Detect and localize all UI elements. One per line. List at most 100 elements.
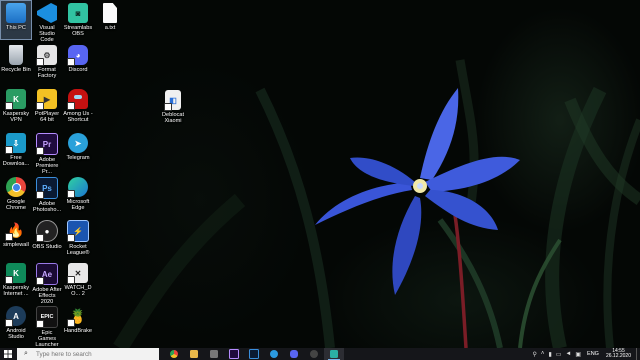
premiere-icon bbox=[229, 349, 239, 359]
desktop-icon-edge[interactable]: Microsoft Edge bbox=[63, 177, 93, 211]
desktop-icon-android-studio[interactable]: A Android Studio bbox=[1, 306, 31, 340]
desktop-icon-premiere[interactable]: Pr Adobe Premiere Pr... bbox=[32, 133, 62, 176]
discord-icon bbox=[290, 350, 298, 358]
chevron-up-icon[interactable]: ˄ bbox=[541, 351, 545, 357]
taskbar-app-chrome[interactable] bbox=[164, 348, 184, 360]
icon-label: WATCH_DO... 2 bbox=[64, 285, 92, 298]
desktop-icon-a-txt[interactable]: a.txt bbox=[95, 3, 125, 31]
desktop-icon-recycle-bin[interactable]: Recycle Bin bbox=[1, 45, 31, 73]
rocket-league-icon: ⚡ bbox=[67, 220, 89, 242]
microphone-icon[interactable]: ▮ bbox=[548, 351, 551, 358]
folder-icon bbox=[190, 350, 198, 358]
icon-label: HandBrake bbox=[64, 328, 92, 334]
desktop-icon-format-factory[interactable]: ⚙ Format Factory bbox=[32, 45, 62, 79]
taskbar: ⌕ ⚲ ˄ ▮ ▭ ◄ ▣ ENG 14:55 26.12.2020 bbox=[0, 348, 640, 360]
icon-label: Discord bbox=[68, 67, 88, 73]
obs-icon bbox=[310, 350, 318, 358]
desktop-icon-watch-dogs[interactable]: ✕ WATCH_DO... 2 bbox=[63, 263, 93, 297]
desktop[interactable]: This PC Recycle Bin K Kaspersky VPN ⇩ Fr… bbox=[0, 0, 640, 348]
search-input[interactable] bbox=[36, 350, 156, 358]
taskbar-app-terminal[interactable] bbox=[204, 348, 224, 360]
desktop-icon-kaspersky-internet[interactable]: K Kaspersky Internet ... bbox=[1, 263, 31, 297]
android-studio-icon: A bbox=[5, 306, 26, 327]
volume-icon[interactable]: ◄ bbox=[565, 351, 571, 357]
desktop-icon-among-us[interactable]: Among Us - Shortcut bbox=[63, 89, 93, 123]
windows-logo-icon bbox=[4, 350, 12, 358]
format-factory-icon: ⚙ bbox=[36, 45, 57, 66]
taskbar-app-obs[interactable] bbox=[304, 348, 324, 360]
text-file-icon bbox=[103, 3, 117, 23]
icon-label: Kaspersky Internet ... bbox=[2, 285, 30, 298]
taskbar-app-file-explorer[interactable] bbox=[184, 348, 204, 360]
chrome-icon bbox=[170, 350, 178, 358]
watch-dogs-icon: ✕ bbox=[67, 263, 88, 284]
photoshop-icon bbox=[249, 349, 259, 359]
kaspersky-vpn-icon: K bbox=[5, 89, 26, 110]
desktop-icon-this-pc[interactable]: This PC bbox=[1, 3, 31, 31]
desktop-icon-deblocat-xiaomi[interactable]: ◧ Deblocat Xiaomi bbox=[158, 90, 188, 124]
desktop-icon-free-download[interactable]: ⇩ Free Downloa... bbox=[1, 133, 31, 167]
icon-label: Deblocat Xiaomi bbox=[161, 112, 185, 125]
desktop-icon-epic-games[interactable]: EPIC Epic Games Launcher bbox=[32, 306, 62, 348]
clock[interactable]: 14:55 26.12.2020 bbox=[605, 348, 631, 360]
desktop-icon-handbrake[interactable]: 🍍 HandBrake bbox=[63, 306, 93, 335]
streamlabs-icon: ◙ bbox=[68, 3, 88, 23]
terminal-icon bbox=[210, 350, 218, 358]
computer-icon bbox=[6, 3, 26, 23]
obs-icon: ● bbox=[36, 220, 58, 242]
notification-icon[interactable]: ▣ bbox=[575, 351, 581, 358]
telegram-icon: ➤ bbox=[68, 133, 88, 153]
desktop-icon-simplewall[interactable]: 🔥 simplewall bbox=[1, 220, 31, 249]
taskbar-app-photoshop[interactable] bbox=[244, 348, 264, 360]
desktop-icon-potplayer[interactable]: ▶ PotPlayer 64 bit bbox=[32, 89, 62, 123]
desktop-icon-vscode[interactable]: Visual Studio Code bbox=[32, 3, 62, 44]
desktop-icon-after-effects[interactable]: Ae Adobe After Effects 2020 bbox=[32, 263, 62, 306]
desktop-icon-photoshop[interactable]: Ps Adobe Photosho... bbox=[32, 177, 62, 213]
icon-label: Adobe After Effects 2020 bbox=[32, 287, 62, 306]
language-indicator[interactable]: ENG bbox=[587, 351, 599, 357]
desktop-icon-rocket-league[interactable]: ⚡ Rocket League® bbox=[63, 220, 93, 256]
icon-label: Among Us - Shortcut bbox=[63, 111, 93, 124]
edge-icon bbox=[270, 350, 278, 358]
among-us-icon bbox=[67, 89, 88, 110]
handbrake-icon: 🍍 bbox=[67, 306, 88, 327]
app-icon bbox=[330, 350, 338, 358]
after-effects-icon: Ae bbox=[36, 263, 58, 285]
taskbar-app-edge[interactable] bbox=[264, 348, 284, 360]
desktop-icon-obs[interactable]: ● OBS Studio bbox=[32, 220, 62, 250]
desktop-icon-kaspersky-vpn[interactable]: K Kaspersky VPN bbox=[1, 89, 31, 123]
person-icon[interactable]: ⚲ bbox=[533, 351, 537, 358]
start-button[interactable] bbox=[0, 348, 16, 360]
premiere-icon: Pr bbox=[36, 133, 58, 155]
desktop-icon-discord[interactable]: ◕ Discord bbox=[63, 45, 93, 73]
discord-icon: ◕ bbox=[67, 45, 88, 66]
epic-games-icon: EPIC bbox=[36, 306, 58, 328]
taskbar-app-discord[interactable] bbox=[284, 348, 304, 360]
recycle-bin-icon bbox=[9, 45, 23, 65]
kaspersky-icon: K bbox=[5, 263, 26, 284]
wallpaper-flower bbox=[113, 59, 640, 348]
free-download-icon: ⇩ bbox=[5, 133, 26, 154]
icon-label: Rocket League® bbox=[66, 244, 90, 257]
clock-date: 26.12.2020 bbox=[605, 353, 631, 359]
taskbar-app-premiere[interactable] bbox=[224, 348, 244, 360]
network-icon[interactable]: ▭ bbox=[556, 351, 562, 358]
icon-label: Kaspersky VPN bbox=[2, 111, 30, 124]
icon-label: OBS Studio bbox=[32, 244, 62, 250]
potplayer-icon: ▶ bbox=[36, 89, 57, 110]
desktop-icon-telegram[interactable]: ➤ Telegram bbox=[63, 133, 93, 161]
photoshop-icon: Ps bbox=[36, 177, 58, 199]
desktop-icon-google-chrome[interactable]: Google Chrome bbox=[1, 177, 31, 211]
icon-label: PotPlayer 64 bit bbox=[34, 111, 60, 124]
icon-label: Android Studio bbox=[6, 328, 26, 341]
folder-app-icon: ◧ bbox=[164, 90, 181, 111]
taskbar-app-active[interactable] bbox=[324, 348, 344, 360]
show-desktop-button[interactable] bbox=[636, 348, 640, 360]
taskbar-search[interactable]: ⌕ bbox=[17, 348, 159, 360]
icon-label: Free Downloa... bbox=[2, 155, 30, 168]
icon-label: Epic Games Launcher bbox=[35, 330, 59, 348]
desktop-icon-streamlabs[interactable]: ◙ Streamlabs OBS bbox=[63, 3, 93, 37]
edge-icon bbox=[67, 177, 88, 198]
icon-label: Format Factory bbox=[37, 67, 57, 80]
icon-label: Visual Studio Code bbox=[39, 25, 55, 44]
